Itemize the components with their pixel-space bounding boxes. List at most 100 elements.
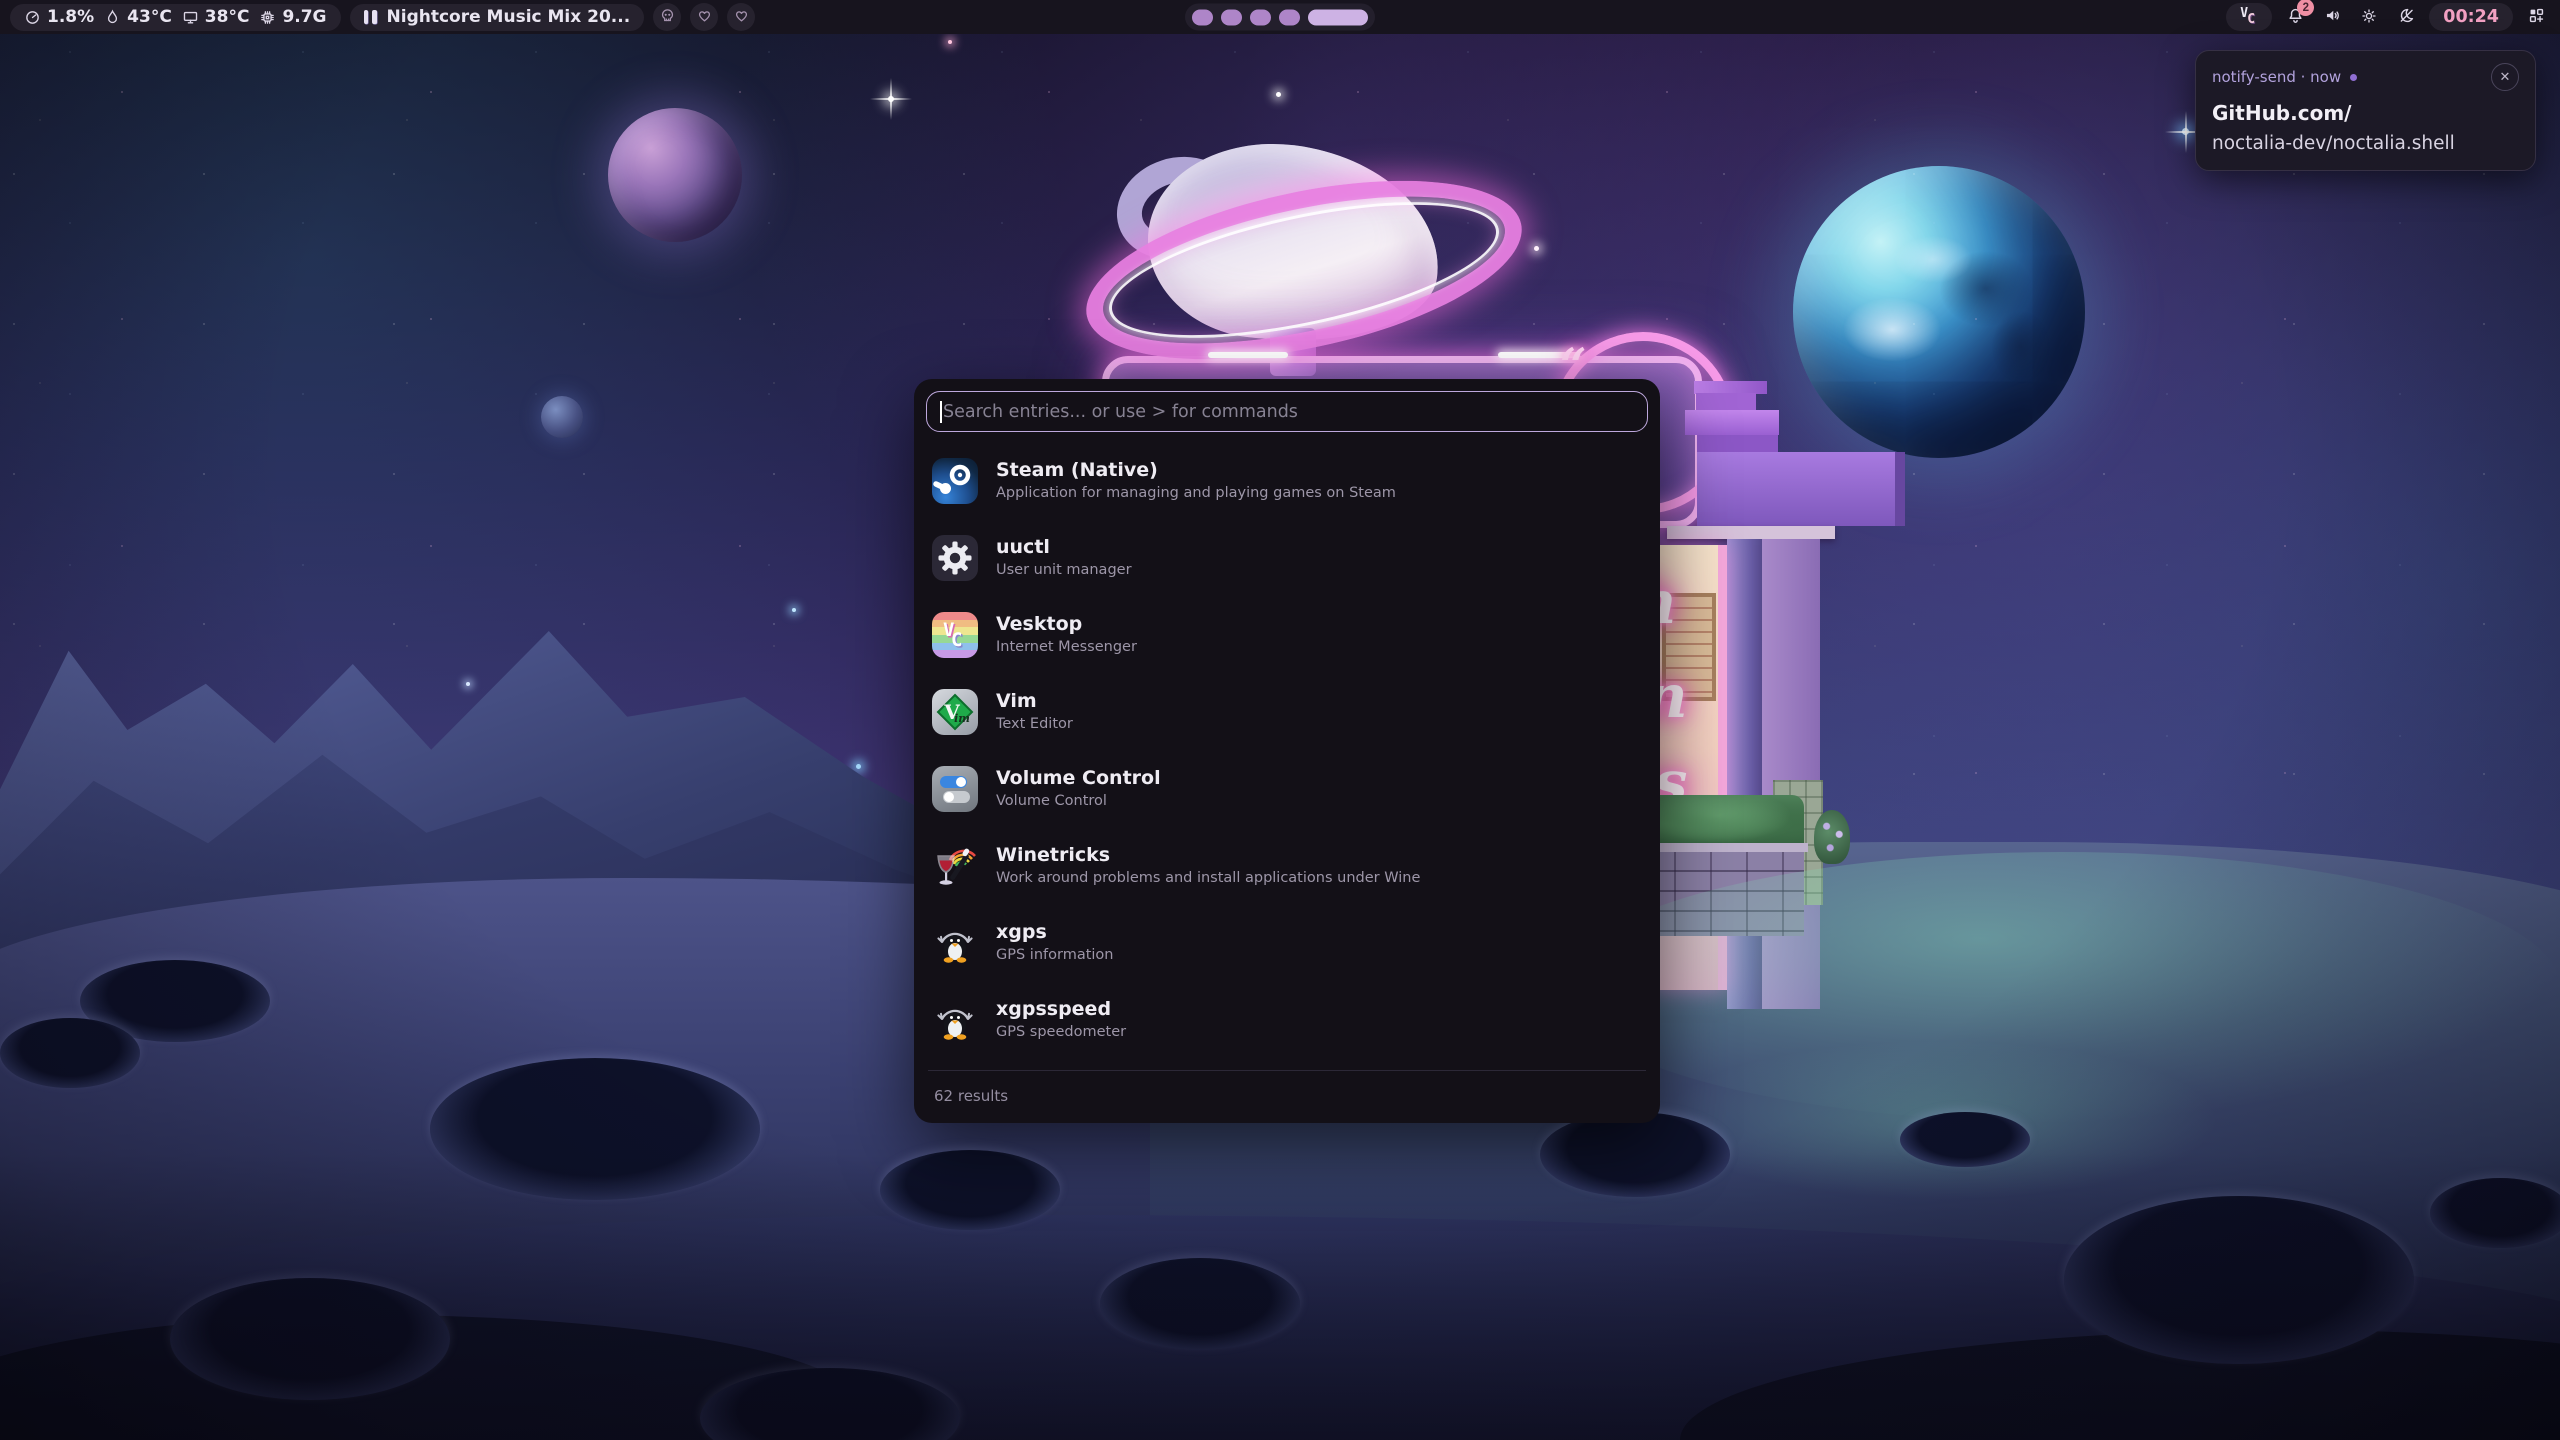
- media-player-widget[interactable]: Nightcore Music Mix 20...: [350, 4, 645, 31]
- result-description: Internet Messenger: [996, 639, 1137, 655]
- workspace-indicator: [1185, 4, 1375, 31]
- clock-widget[interactable]: 00:24: [2429, 3, 2513, 31]
- toggle-on: [940, 776, 967, 788]
- sun-icon: [2360, 7, 2378, 28]
- result-text: Vesktop Internet Messenger: [996, 614, 1137, 655]
- cornice-slab: [1697, 452, 1905, 526]
- planter-grass: [1638, 795, 1804, 847]
- vesktop-vc-icon: C: [2247, 12, 2255, 27]
- app-launcher-panel: Steam (Native) Application for managing …: [914, 379, 1660, 1123]
- workspace-3[interactable]: [1250, 9, 1271, 25]
- tray-vesktop[interactable]: V C: [2226, 3, 2272, 31]
- workspace-2[interactable]: [1221, 9, 1242, 25]
- crater: [430, 1058, 760, 1200]
- workspace-5-active[interactable]: [1308, 9, 1368, 25]
- result-row-winetricks[interactable]: Winetricks Work around problems and inst…: [926, 827, 1648, 904]
- system-stats-widget[interactable]: 1.8% 43°C 38°C 9.7G: [10, 4, 341, 31]
- sign-light-dash: [1208, 352, 1288, 358]
- result-row-vesktop[interactable]: V C Vesktop Internet Messenger: [926, 596, 1648, 673]
- glow-star: [888, 96, 894, 102]
- cornice-trim: [1667, 526, 1835, 539]
- memory-value: 9.7G: [282, 7, 326, 27]
- glow-star: [2182, 128, 2189, 135]
- brightness-button[interactable]: [2355, 3, 2383, 31]
- tux-icon: [932, 997, 978, 1043]
- result-description: GPS speedometer: [996, 1024, 1126, 1040]
- result-title: Volume Control: [996, 768, 1161, 790]
- result-description: Text Editor: [996, 716, 1073, 732]
- overview-button[interactable]: [2522, 3, 2550, 31]
- chip-icon: [259, 9, 276, 26]
- result-row-vim[interactable]: Vim Vim Text Editor: [926, 673, 1648, 750]
- result-text: uuctl User unit manager: [996, 537, 1132, 578]
- result-text: xgps GPS information: [996, 922, 1113, 963]
- close-button[interactable]: ✕: [2491, 63, 2519, 91]
- result-row-uuctl[interactable]: uuctl User unit manager: [926, 519, 1648, 596]
- heart-icon: [733, 7, 750, 27]
- result-title: Steam (Native): [996, 460, 1396, 482]
- notification-title: GitHub.com/: [2212, 101, 2519, 125]
- speaker-icon: [2323, 6, 2342, 28]
- crater: [1540, 1112, 1730, 1197]
- volume-sliders-icon: [932, 766, 978, 812]
- skull-button[interactable]: [653, 3, 681, 31]
- unread-dot: [2350, 74, 2357, 81]
- crater: [880, 1150, 1060, 1230]
- cornice-step: [1697, 435, 1778, 452]
- temperature-value: 43°C: [127, 7, 172, 27]
- notification-popup: notify-send · now ✕ GitHub.com/ noctalia…: [2195, 50, 2536, 171]
- top-bar: 1.8% 43°C 38°C 9.7G Nightcore Music Mix …: [0, 0, 2560, 34]
- result-title: Vesktop: [996, 614, 1137, 636]
- bar-right-widgets: V C 2 00:24: [2226, 3, 2550, 31]
- glow-star: [948, 40, 952, 44]
- vim-icon: Vim: [932, 689, 978, 735]
- crater: [0, 1018, 140, 1088]
- secondary-temperature-value: 38°C: [205, 7, 250, 27]
- workspace-pill: [1185, 4, 1375, 31]
- result-text: Steam (Native) Application for managing …: [996, 460, 1396, 501]
- moon-slash-icon: [2397, 6, 2416, 28]
- volume-button[interactable]: [2318, 3, 2346, 31]
- glow-star: [1534, 246, 1539, 251]
- result-text: Vim Text Editor: [996, 691, 1073, 732]
- notifications-button[interactable]: 2: [2281, 3, 2309, 31]
- heart-button[interactable]: [727, 3, 755, 31]
- heart-button[interactable]: [690, 3, 718, 31]
- results-count: 62 results: [926, 1071, 1648, 1105]
- bar-left-widgets: 1.8% 43°C 38°C 9.7G Nightcore Music Mix …: [10, 3, 755, 31]
- result-title: Vim: [996, 691, 1073, 713]
- result-title: uuctl: [996, 537, 1132, 559]
- heart-icon: [696, 7, 713, 27]
- result-text: Winetricks Work around problems and inst…: [996, 845, 1420, 886]
- crater: [1100, 1258, 1300, 1350]
- search-input[interactable]: [927, 392, 1647, 431]
- temperature-stat: 43°C: [104, 7, 172, 27]
- close-icon: ✕: [2500, 69, 2511, 85]
- crater: [170, 1278, 450, 1400]
- result-title: xgps: [996, 922, 1113, 944]
- pause-icon: [364, 10, 377, 24]
- result-row-steam[interactable]: Steam (Native) Application for managing …: [926, 442, 1648, 519]
- results-list: Steam (Native) Application for managing …: [926, 442, 1648, 1058]
- shop-pillar: [1727, 539, 1762, 1009]
- glow-star: [792, 608, 796, 612]
- secondary-temperature-stat: 38°C: [182, 7, 250, 27]
- night-light-button[interactable]: [2392, 3, 2420, 31]
- tux-icon: [932, 920, 978, 966]
- notification-header: notify-send · now ✕: [2212, 63, 2519, 91]
- result-row-volume-control[interactable]: Volume Control Volume Control: [926, 750, 1648, 827]
- memory-stat: 9.7G: [259, 7, 326, 27]
- workspace-1[interactable]: [1192, 9, 1213, 25]
- flower-bush: [1814, 810, 1850, 864]
- result-description: User unit manager: [996, 562, 1132, 578]
- shop-wall: [1762, 539, 1820, 1009]
- svg-text:im: im: [954, 712, 970, 725]
- vesktop-icon: V C: [932, 612, 978, 658]
- workspace-4[interactable]: [1279, 9, 1300, 25]
- cornice-step: [1696, 393, 1756, 410]
- result-row-xgpsspeed[interactable]: xgpsspeed GPS speedometer: [926, 981, 1648, 1058]
- result-text: xgpsspeed GPS speedometer: [996, 999, 1126, 1040]
- clock-value: 00:24: [2443, 7, 2499, 27]
- gauge-icon: [24, 9, 41, 26]
- result-row-xgps[interactable]: xgps GPS information: [926, 904, 1648, 981]
